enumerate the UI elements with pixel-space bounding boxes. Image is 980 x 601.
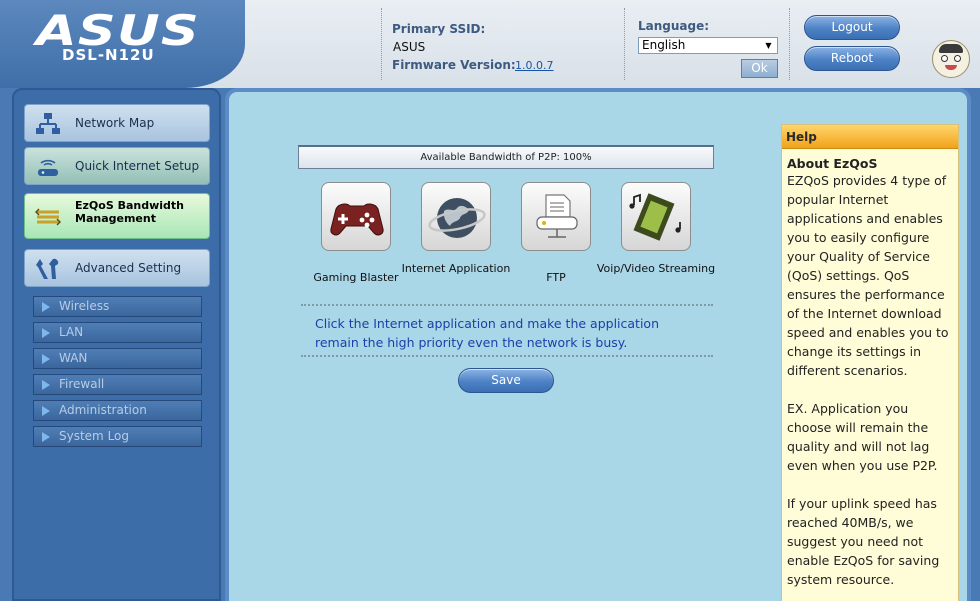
brand-block: ASUS DSL-N12U [0, 0, 245, 88]
chevron-down-icon: ▼ [765, 41, 772, 50]
ssid-value: ASUS [393, 40, 426, 54]
header-bar: ASUS DSL-N12U Primary SSID: ASUS Firmwar… [0, 0, 980, 88]
film-music-icon [629, 193, 681, 241]
sidebar-item-ezqos[interactable]: EzQoS Bandwidth Management [24, 193, 210, 239]
sidebar-subitem-lan[interactable]: LAN [33, 322, 202, 343]
sidebar-item-label: Quick Internet Setup [75, 159, 200, 173]
sidebar: Network Map Quick Internet Setup EzQoS B… [12, 88, 221, 601]
sidebar-item-advanced-setting[interactable]: Advanced Setting [24, 249, 210, 287]
logout-button[interactable]: Logout [804, 15, 900, 40]
sidebar-subitem-firewall[interactable]: Firewall [33, 374, 202, 395]
sidebar-subitem-administration[interactable]: Administration [33, 400, 202, 421]
sidebar-item-label: Advanced Setting [75, 261, 182, 275]
model-name: DSL-N12U [62, 46, 155, 64]
p2p-bandwidth-bar: Available Bandwidth of P2P: 100% [298, 145, 714, 169]
help-title: About EzQoS [787, 156, 878, 171]
ssid-label: Primary SSID: [392, 22, 486, 36]
header-divider [789, 8, 790, 80]
help-paragraph: EZQoS provides 4 type of popular Interne… [787, 173, 949, 378]
help-header: Help [782, 125, 958, 149]
sidebar-item-quick-internet-setup[interactable]: Quick Internet Setup [24, 147, 210, 185]
mascot-icon [932, 40, 970, 78]
reboot-button[interactable]: Reboot [804, 46, 900, 71]
network-map-icon [36, 113, 60, 134]
sidebar-subitem-system-log[interactable]: System Log [33, 426, 202, 447]
triangle-right-icon [42, 328, 50, 338]
sidebar-subitem-wireless[interactable]: Wireless [33, 296, 202, 317]
ftp-button[interactable] [521, 182, 591, 251]
app-label-voip-video-streaming: Voip/Video Streaming [596, 262, 716, 275]
gamepad-icon [330, 203, 384, 236]
gaming-blaster-button[interactable] [321, 182, 391, 251]
divider [301, 355, 713, 357]
divider [301, 304, 713, 306]
help-panel: Help About EzQoS EZQoS provides 4 type o… [781, 124, 959, 601]
tools-icon [36, 258, 59, 279]
language-select[interactable]: English ▼ [638, 37, 778, 54]
sidebar-subitem-label: System Log [59, 429, 129, 443]
ftp-icon [536, 194, 578, 238]
sidebar-subitem-label: Administration [59, 403, 147, 417]
language-selected-value: English [642, 38, 686, 52]
header-divider [381, 8, 382, 80]
internet-application-button[interactable] [421, 182, 491, 251]
sidebar-subitem-label: Wireless [59, 299, 110, 313]
sidebar-subitem-wan[interactable]: WAN [33, 348, 202, 369]
triangle-right-icon [42, 406, 50, 416]
triangle-right-icon [42, 354, 50, 364]
triangle-right-icon [42, 380, 50, 390]
globe-icon [428, 198, 486, 238]
language-ok-button[interactable]: Ok [741, 59, 778, 78]
save-button[interactable]: Save [458, 368, 554, 393]
help-paragraph: EX. Application you choose will remain t… [787, 401, 938, 473]
voip-video-streaming-button[interactable] [621, 182, 691, 251]
header-divider [624, 8, 625, 80]
firmware-label: Firmware Version: [392, 58, 516, 72]
bandwidth-icon [35, 208, 61, 226]
triangle-right-icon [42, 432, 50, 442]
sidebar-item-label: Network Map [75, 116, 155, 130]
firmware-version-link[interactable]: 1.0.0.7 [515, 59, 553, 72]
router-icon [38, 159, 58, 176]
ezqos-description: Click the Internet application and make … [315, 316, 660, 350]
help-paragraph: If your uplink speed has reached 40MB/s,… [787, 496, 940, 587]
triangle-right-icon [42, 302, 50, 312]
language-label: Language: [638, 19, 710, 33]
sidebar-item-network-map[interactable]: Network Map [24, 104, 210, 142]
main-panel: Available Bandwidth of P2P: 100% Gaming … [225, 88, 971, 601]
sidebar-subitem-label: WAN [59, 351, 88, 365]
sidebar-item-label: EzQoS Bandwidth Management [75, 199, 184, 225]
sidebar-subitem-label: LAN [59, 325, 84, 339]
sidebar-subitem-label: Firewall [59, 377, 105, 391]
